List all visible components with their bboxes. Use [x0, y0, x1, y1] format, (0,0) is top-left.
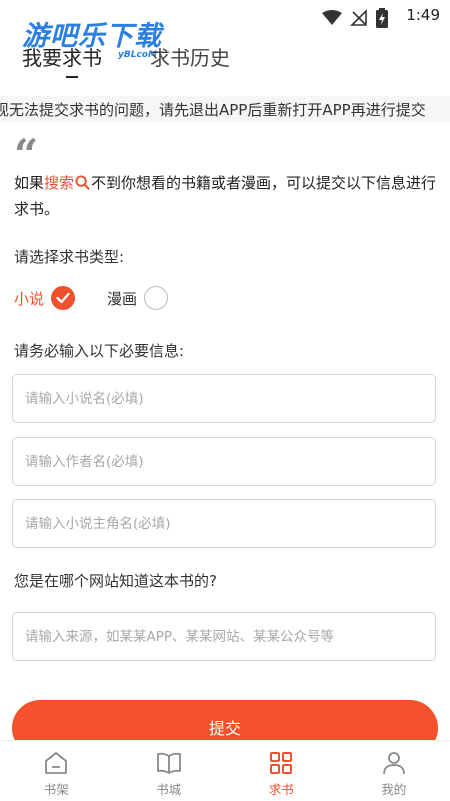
nav-item-label: 求书 [269, 779, 294, 798]
status-icons [322, 8, 388, 28]
type-options: 小说 漫画 [14, 286, 168, 310]
intro-text: 如果搜索不到你想看的书籍或者漫画，可以提交以下信息进行求书。 [14, 170, 438, 222]
nav-item-bookshelf[interactable]: 书架 [0, 741, 113, 801]
nav-item-label: 书城 [156, 779, 181, 798]
grid-icon [267, 749, 295, 777]
search-icon[interactable] [75, 175, 90, 190]
type-section-label: 请选择求书类型: [14, 246, 124, 267]
no-signal-icon [350, 9, 368, 27]
notice-text: 现无法提交求书的问题，请先退出APP后重新打开APP再进行提交 [0, 99, 426, 120]
bottom-nav: 书架 书城 求书 我的 [0, 740, 450, 801]
protagonist-name-field[interactable] [12, 499, 436, 548]
nav-item-label: 书架 [44, 779, 69, 798]
type-option-novel-label: 小说 [14, 288, 44, 309]
user-icon [380, 749, 408, 777]
required-section-label: 请务必输入以下必要信息: [14, 340, 184, 361]
author-name-field[interactable] [12, 437, 436, 486]
novel-name-input[interactable] [13, 375, 435, 422]
protagonist-name-input[interactable] [13, 500, 435, 547]
tab-request-book[interactable]: 我要求书 [22, 42, 102, 71]
nav-item-mine[interactable]: 我的 [338, 741, 450, 801]
home-icon [42, 749, 70, 777]
wifi-icon [322, 10, 342, 26]
unchecked-circle-icon[interactable] [144, 286, 168, 310]
type-option-novel[interactable]: 小说 [14, 286, 75, 310]
header-tabs: 我要求书 求书历史 [0, 40, 450, 90]
status-time: 1:49 [406, 6, 440, 24]
source-input[interactable] [13, 613, 435, 660]
notice-banner: 现无法提交求书的问题，请先退出APP后重新打开APP再进行提交 [0, 96, 450, 122]
source-field[interactable] [12, 612, 436, 661]
book-icon [155, 749, 183, 777]
tab-request-history[interactable]: 求书历史 [150, 42, 230, 71]
nav-item-request[interactable]: 求书 [225, 741, 338, 801]
type-option-comic-label: 漫画 [107, 288, 137, 309]
checked-circle-icon[interactable] [51, 286, 75, 310]
nav-item-bookstore[interactable]: 书城 [113, 741, 226, 801]
active-tab-indicator [66, 76, 78, 78]
nav-item-label: 我的 [381, 779, 406, 798]
intro-search-link[interactable]: 搜索 [44, 174, 74, 192]
novel-name-field[interactable] [12, 374, 436, 423]
battery-icon [376, 8, 388, 28]
type-option-comic[interactable]: 漫画 [107, 286, 168, 310]
source-section-label: 您是在哪个网站知道这本书的? [14, 570, 217, 591]
author-name-input[interactable] [13, 438, 435, 485]
intro-prefix: 如果 [14, 174, 44, 192]
